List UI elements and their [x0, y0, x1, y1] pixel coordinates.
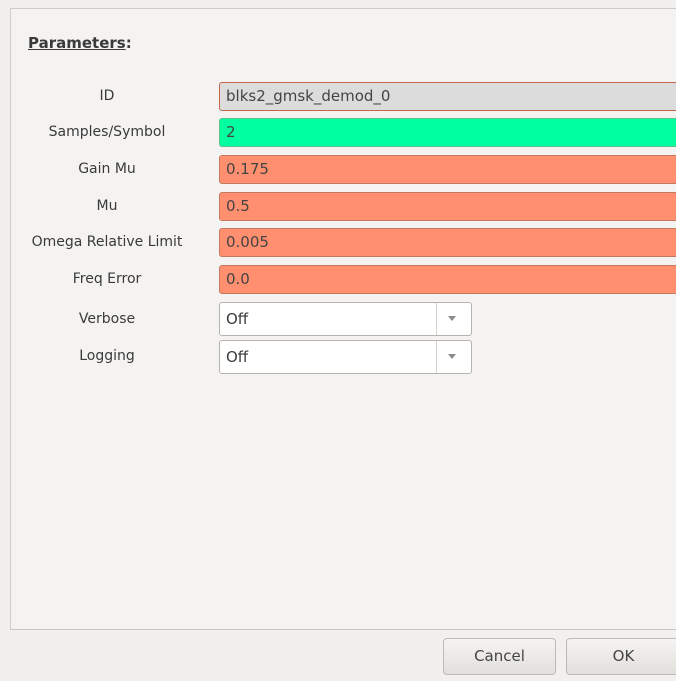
param-label-mu: Mu	[96, 198, 118, 214]
id-field[interactable]: blks2_gmsk_demod_0	[219, 82, 676, 111]
param-label-samples-per-symbol: Samples/Symbol	[48, 124, 166, 140]
param-label-logging: Logging	[79, 348, 135, 364]
gain-mu-field[interactable]: 0.175	[219, 155, 676, 184]
logging-combobox[interactable]: Off	[219, 340, 472, 374]
mu-field[interactable]: 0.5	[219, 192, 676, 221]
cancel-button[interactable]: Cancel	[443, 638, 556, 675]
combo-divider	[436, 341, 437, 373]
param-label-verbose: Verbose	[78, 311, 136, 327]
param-label-freq-error: Freq Error	[72, 271, 142, 287]
chevron-down-icon[interactable]	[448, 316, 456, 321]
verbose-combobox[interactable]: Off	[219, 302, 472, 336]
param-label-omega-relative-limit: Omega Relative Limit	[31, 234, 183, 250]
freq-error-field[interactable]: 0.0	[219, 265, 676, 294]
param-label-id: ID	[99, 88, 115, 104]
omega-relative-limit-field[interactable]: 0.005	[219, 228, 676, 257]
logging-value: Off	[226, 348, 249, 366]
verbose-value: Off	[226, 310, 249, 328]
chevron-down-icon[interactable]	[448, 354, 456, 359]
combo-divider	[436, 303, 437, 335]
samples-per-symbol-field[interactable]: 2	[219, 118, 676, 147]
section-title: Parameters:	[28, 34, 132, 52]
param-label-gain-mu: Gain Mu	[78, 161, 136, 177]
ok-button[interactable]: OK	[566, 638, 676, 675]
